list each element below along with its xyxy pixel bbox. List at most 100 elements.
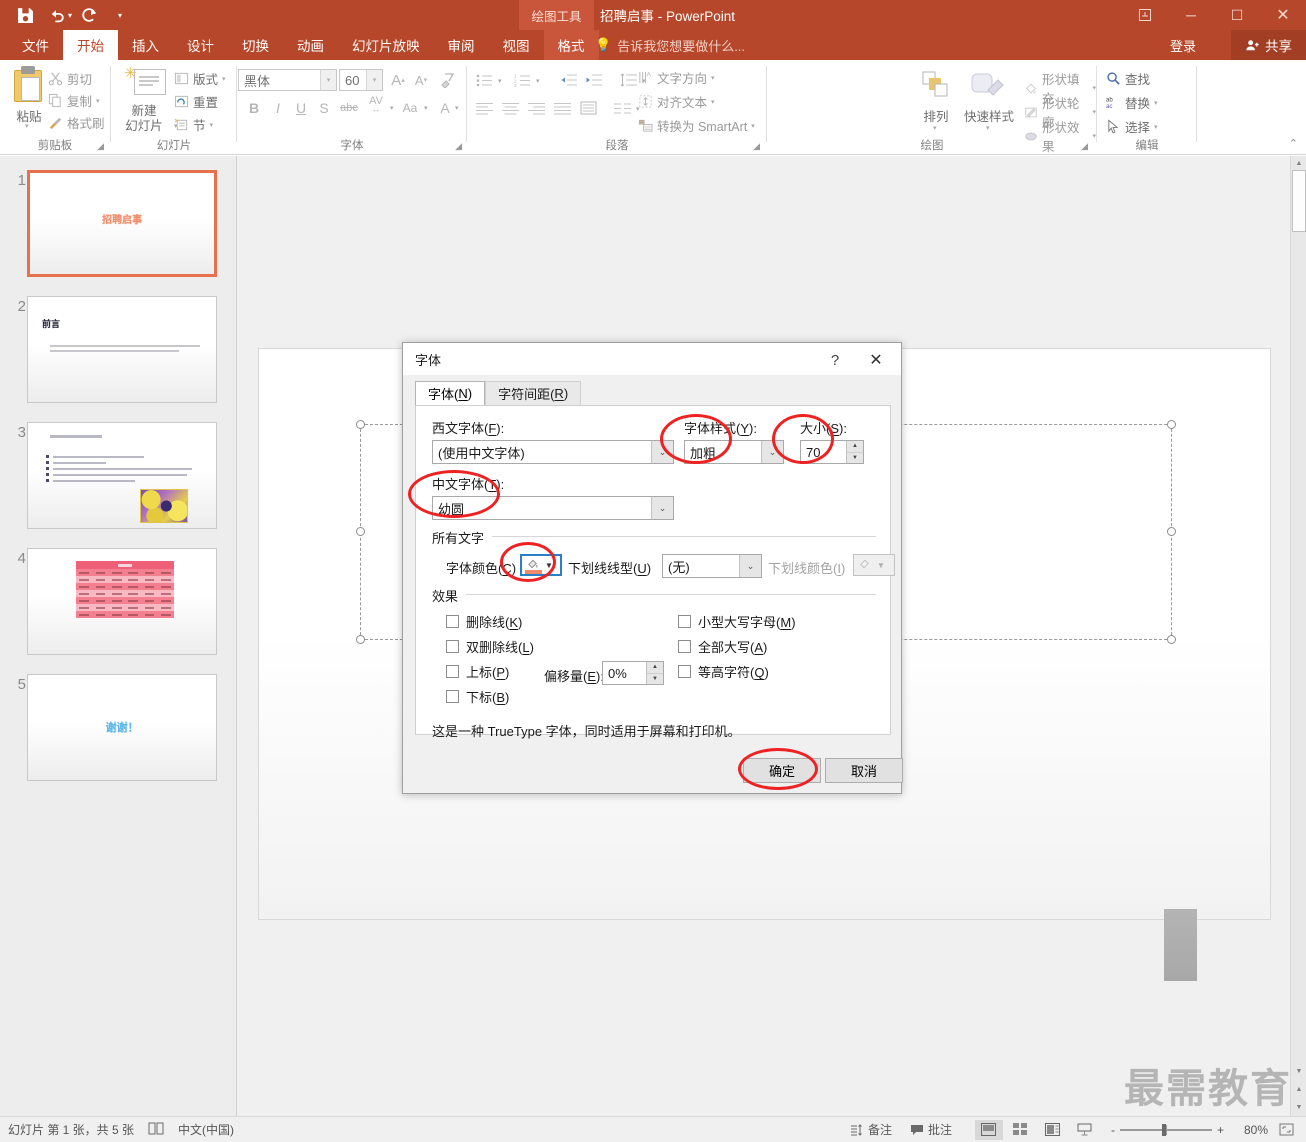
section-dropdown-icon[interactable]: ▾	[210, 121, 214, 129]
slide-thumbnail-5[interactable]: 谢谢！	[27, 674, 217, 781]
italic-button[interactable]: I	[267, 97, 289, 119]
text-direction-dropdown-icon[interactable]: ▾	[711, 74, 715, 82]
character-spacing-dropdown-icon[interactable]: ▾	[390, 104, 394, 112]
strikethrough-checkbox-row[interactable]: 删除线(K)	[446, 612, 522, 631]
minimize-button[interactable]: ─	[1168, 0, 1214, 30]
zoom-slider-knob[interactable]	[1162, 1123, 1167, 1136]
zoom-in-button[interactable]: +	[1217, 1123, 1224, 1137]
customize-qat-icon[interactable]: ▾	[118, 11, 122, 20]
select-button[interactable]: 选择 ▾	[1106, 117, 1158, 136]
tell-me-search[interactable]: 💡 告诉我您想要做什么...	[595, 30, 745, 60]
tab-home[interactable]: 开始	[63, 30, 118, 60]
subscript-checkbox[interactable]	[446, 690, 459, 703]
dialog-close-button[interactable]: ✕	[861, 349, 891, 371]
canvas-vertical-scrollbar[interactable]: ▲ ▼ ▲ ▼	[1290, 156, 1306, 1116]
paragraph-dialog-launcher[interactable]: ◢	[753, 141, 760, 152]
comments-button[interactable]: 批注	[903, 1119, 959, 1140]
tab-insert[interactable]: 插入	[118, 30, 173, 60]
columns-dropdown-icon[interactable]: ▾	[636, 105, 640, 113]
line-spacing-button[interactable]	[616, 69, 640, 91]
section-button[interactable]: 节 ▾	[174, 115, 213, 134]
justify-button[interactable]	[550, 97, 574, 119]
cut-button[interactable]: 剪切	[48, 69, 92, 88]
all-caps-checkbox-row[interactable]: 全部大写(A)	[678, 637, 767, 656]
scroll-up-icon[interactable]: ▲	[1292, 157, 1306, 170]
font-color-button[interactable]: A	[437, 97, 453, 119]
tab-file[interactable]: 文件	[8, 30, 63, 60]
distributed-button[interactable]	[576, 97, 600, 119]
ok-button[interactable]: 确定	[743, 758, 821, 783]
slide-thumbnail-4[interactable]	[27, 548, 217, 655]
copy-dropdown-icon[interactable]: ▾	[96, 97, 100, 105]
previous-slide-icon[interactable]: ▲	[1292, 1083, 1306, 1096]
zoom-track[interactable]	[1119, 1123, 1212, 1136]
align-text-button[interactable]: 对齐文本 ▾	[638, 92, 715, 111]
language-text[interactable]: 中文(中国)	[178, 1121, 234, 1138]
redo-icon[interactable]	[74, 2, 104, 28]
text-shadow-button[interactable]: S	[313, 97, 335, 119]
font-size-spin-up-icon[interactable]: ▲	[847, 441, 863, 453]
strikethrough-checkbox[interactable]	[446, 615, 459, 628]
new-slide-label-line1[interactable]: 新建	[116, 104, 172, 119]
zoom-slider[interactable]: - +	[1111, 1123, 1224, 1137]
decrease-font-size-button[interactable]: A ▾	[410, 69, 432, 91]
next-slide-icon[interactable]: ▼	[1292, 1101, 1306, 1114]
slide-thumbnail-2[interactable]: 前言	[27, 296, 217, 403]
tab-transitions[interactable]: 切换	[228, 30, 283, 60]
bullets-dropdown-icon[interactable]: ▾	[498, 77, 502, 85]
resize-handle-middle-left[interactable]	[356, 527, 365, 536]
view-normal-button[interactable]	[974, 1119, 1003, 1140]
equalize-char-height-checkbox[interactable]	[678, 665, 691, 678]
spellcheck-icon[interactable]	[148, 1122, 164, 1138]
zoom-level-text[interactable]: 80%	[1228, 1123, 1268, 1137]
align-text-dropdown-icon[interactable]: ▾	[711, 98, 715, 106]
ribbon-display-options-icon[interactable]	[1122, 0, 1168, 30]
view-slide-sorter-button[interactable]	[1007, 1120, 1035, 1140]
numbering-dropdown-icon[interactable]: ▾	[536, 77, 540, 85]
superscript-checkbox-row[interactable]: 上标(P)	[446, 662, 509, 681]
latin-font-combobox[interactable]: (使用中文字体) ⌄	[432, 440, 674, 464]
cancel-button[interactable]: 取消	[825, 758, 903, 783]
arrange-dropdown-icon[interactable]: ▾	[933, 124, 937, 132]
bullets-button[interactable]	[472, 69, 496, 91]
quick-styles-icon[interactable]	[966, 70, 1010, 102]
layout-button[interactable]: 版式 ▾	[174, 69, 226, 88]
convert-smartart-dropdown-icon[interactable]: ▾	[751, 122, 755, 130]
collapse-ribbon-icon[interactable]: ⌃	[1289, 137, 1298, 150]
change-case-dropdown-icon[interactable]: ▾	[424, 104, 428, 112]
sign-in-button[interactable]: 登录	[1170, 30, 1196, 60]
undo-dropdown-icon[interactable]: ▾	[68, 11, 72, 20]
arrange-icon[interactable]	[914, 70, 958, 102]
save-icon[interactable]	[10, 2, 40, 28]
zoom-out-button[interactable]: -	[1111, 1123, 1115, 1137]
scrollbar-thumb[interactable]	[1292, 170, 1306, 232]
paste-dropdown-icon[interactable]: ▾	[25, 122, 29, 130]
select-dropdown-icon[interactable]: ▾	[1154, 123, 1158, 131]
clear-formatting-icon[interactable]	[437, 69, 459, 91]
find-button[interactable]: 查找	[1106, 69, 1150, 88]
copy-button[interactable]: 复制 ▾	[48, 91, 100, 110]
align-right-button[interactable]	[524, 97, 548, 119]
small-caps-checkbox[interactable]	[678, 615, 691, 628]
resize-handle-bottom-left[interactable]	[356, 635, 365, 644]
superscript-checkbox[interactable]	[446, 665, 459, 678]
tab-design[interactable]: 设计	[173, 30, 228, 60]
quick-styles-dropdown-icon[interactable]: ▾	[986, 124, 990, 132]
reset-button[interactable]: 重置	[174, 92, 218, 111]
font-size-dropdown-icon[interactable]: ▾	[366, 70, 382, 90]
font-dialog[interactable]: 字体 ? ✕ 字体(N) 字符间距(R) 西文字体(F): (使用中文字体) ⌄…	[402, 342, 903, 794]
paste-button-label[interactable]: 粘贴	[6, 106, 52, 125]
tab-view[interactable]: 视图	[489, 30, 544, 60]
tab-animations[interactable]: 动画	[283, 30, 338, 60]
format-painter-button[interactable]: 格式刷	[48, 113, 105, 132]
replace-button[interactable]: ab ac 替换 ▾	[1106, 93, 1158, 112]
dialog-tab-character-spacing[interactable]: 字符间距(R)	[485, 381, 582, 405]
font-size-spin-down-icon[interactable]: ▼	[847, 452, 863, 463]
resize-handle-top-right[interactable]	[1167, 420, 1176, 429]
font-color-picker-dropdown-icon[interactable]: ▼	[545, 561, 553, 570]
font-dialog-launcher[interactable]: ◢	[455, 141, 462, 152]
increase-indent-button[interactable]	[581, 69, 605, 91]
text-direction-button[interactable]: A 文字方向 ▾	[638, 68, 715, 87]
cjk-font-dropdown-icon[interactable]: ⌄	[651, 497, 673, 519]
paste-icon[interactable]	[12, 66, 46, 104]
